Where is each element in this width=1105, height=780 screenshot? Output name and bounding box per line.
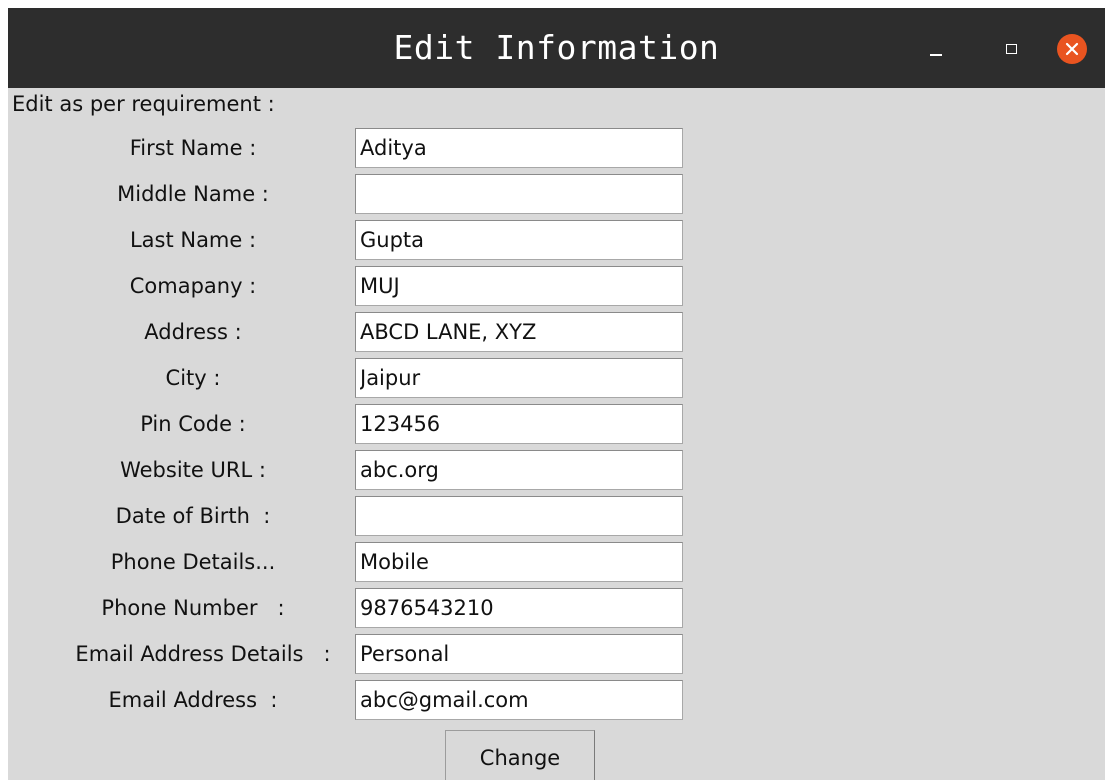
phone-number-input[interactable] <box>355 588 683 628</box>
email-address-input[interactable] <box>355 680 683 720</box>
email-address-label: Email Address : <box>108 688 278 712</box>
date-of-birth-label: Date of Birth : <box>115 504 271 528</box>
form-subtitle: Edit as per requirement : <box>12 92 275 116</box>
pin-code-label: Pin Code : <box>140 412 246 436</box>
address-input[interactable] <box>355 312 683 352</box>
phone-number-label: Phone Number : <box>101 596 285 620</box>
phone-details-input[interactable] <box>355 542 683 582</box>
email-address-details-input[interactable] <box>355 634 683 674</box>
close-button[interactable] <box>1057 34 1087 64</box>
minimize-button[interactable] <box>921 34 951 64</box>
title-bar[interactable]: Edit Information <box>8 8 1105 88</box>
website-url-label: Website URL : <box>120 458 266 482</box>
first-name-label: First Name : <box>129 136 257 160</box>
maximize-icon <box>1005 44 1017 54</box>
last-name-input[interactable] <box>355 220 683 260</box>
company-label: Comapany : <box>129 274 257 298</box>
city-input[interactable] <box>355 358 683 398</box>
email-address-details-label: Email Address Details : <box>75 642 331 666</box>
city-label: City : <box>165 366 221 390</box>
address-label: Address : <box>144 320 242 344</box>
maximize-button[interactable] <box>996 34 1026 64</box>
first-name-input[interactable] <box>355 128 683 168</box>
middle-name-input[interactable] <box>355 174 683 214</box>
website-url-input[interactable] <box>355 450 683 490</box>
change-button[interactable]: Change <box>445 730 595 780</box>
last-name-label: Last Name : <box>129 228 257 252</box>
close-icon <box>1057 34 1087 64</box>
phone-details-label: Phone Details... <box>110 550 276 574</box>
edit-information-window: Edit Information Edit as per requirement… <box>8 8 1105 780</box>
company-input[interactable] <box>355 266 683 306</box>
date-of-birth-input[interactable] <box>355 496 683 536</box>
pin-code-input[interactable] <box>355 404 683 444</box>
middle-name-label: Middle Name : <box>117 182 269 206</box>
minimize-icon <box>930 54 942 56</box>
